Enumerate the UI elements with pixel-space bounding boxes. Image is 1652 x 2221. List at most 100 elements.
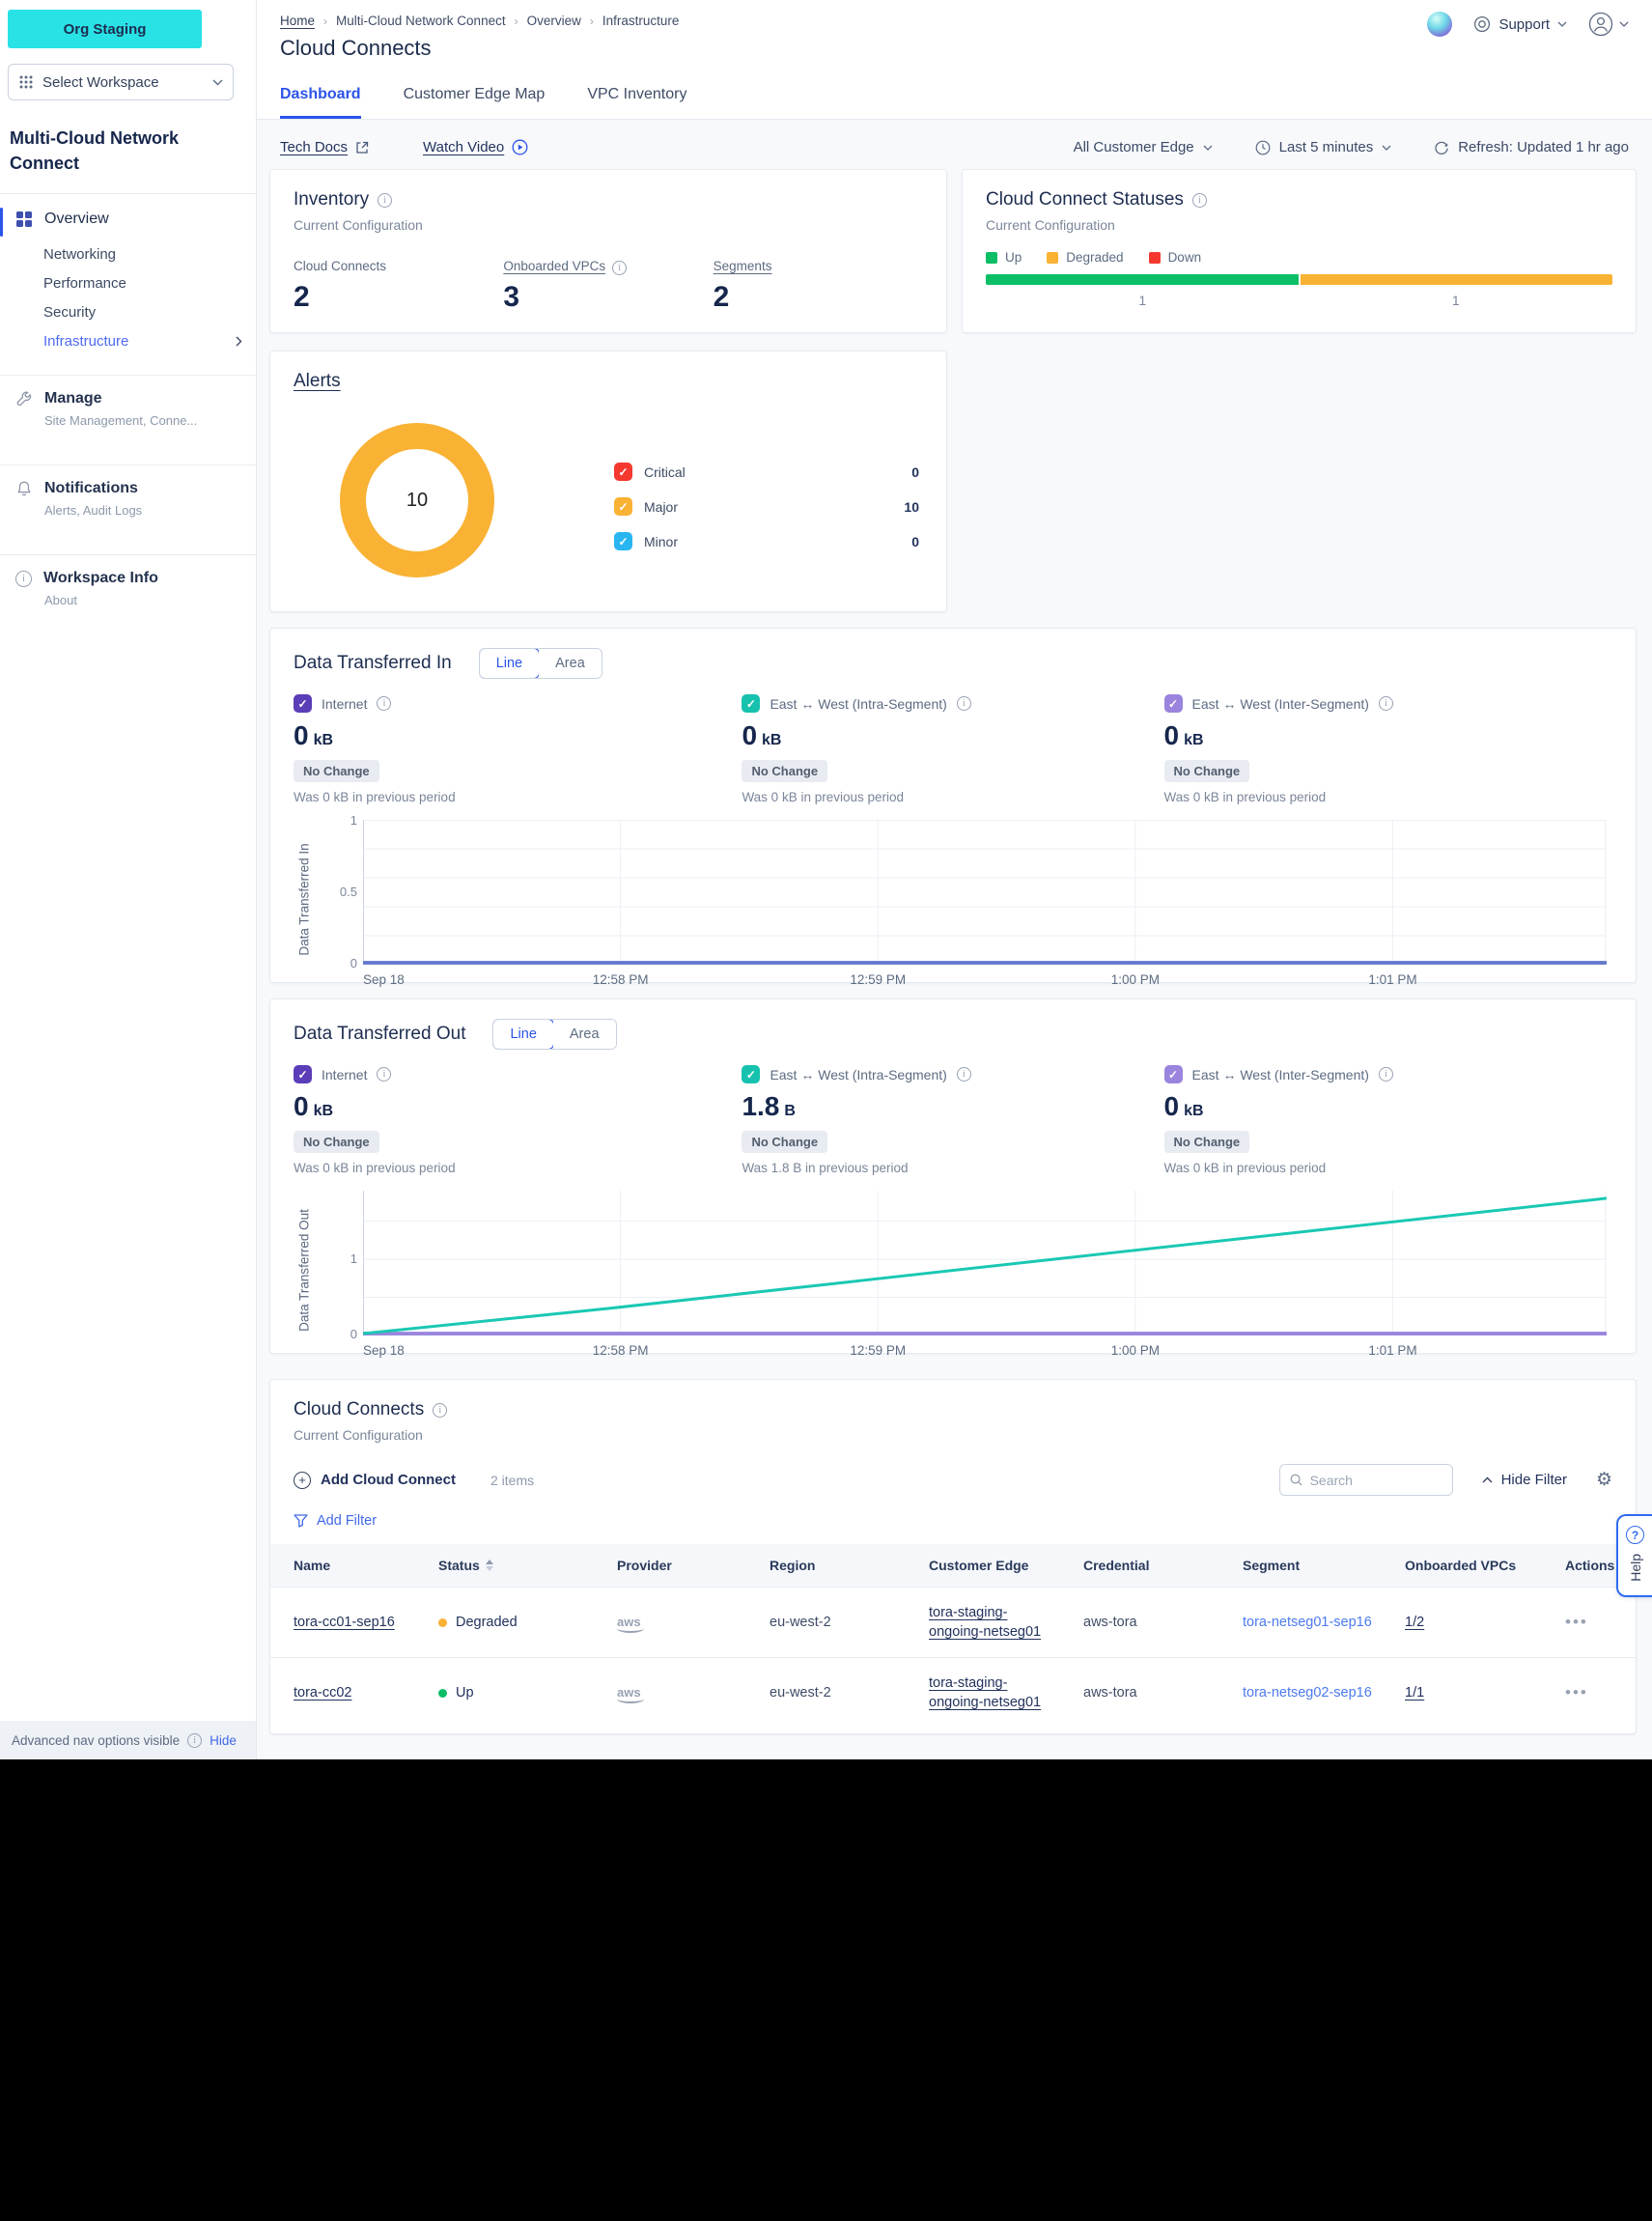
sidebar-item-security[interactable]: Security: [0, 292, 256, 321]
breadcrumb-item[interactable]: Multi-Cloud Network Connect: [336, 14, 506, 28]
x-tick: 1:00 PM: [1111, 1343, 1160, 1358]
column-header-customer-edge[interactable]: Customer Edge: [929, 1558, 1083, 1573]
toggle-line[interactable]: Line: [479, 648, 540, 679]
status-stacked-bar[interactable]: [986, 274, 1612, 285]
tab-customer-edge-map[interactable]: Customer Edge Map: [404, 86, 546, 119]
column-header-region[interactable]: Region: [770, 1558, 929, 1573]
segment-link[interactable]: tora-netseg01-sep16: [1243, 1615, 1372, 1630]
hide-filter-button[interactable]: Hide Filter: [1482, 1472, 1567, 1488]
column-header-onboarded-vpcs[interactable]: Onboarded VPCs: [1405, 1558, 1565, 1573]
plot-area[interactable]: [363, 820, 1607, 965]
table-subtitle: Current Configuration: [294, 1427, 1612, 1443]
info-icon[interactable]: [187, 1733, 202, 1748]
toggle-area[interactable]: Area: [539, 649, 602, 678]
breadcrumb: Home › Multi-Cloud Network Connect › Ove…: [280, 12, 679, 28]
add-filter-button[interactable]: Add Filter: [270, 1513, 1636, 1529]
stat-note: Was 0 kB in previous period: [1164, 1161, 1612, 1175]
cloud-connect-name-link[interactable]: tora-cc01-sep16: [294, 1615, 395, 1630]
column-header-credential[interactable]: Credential: [1083, 1558, 1243, 1573]
customer-edge-filter-dropdown[interactable]: All Customer Edge: [1074, 139, 1213, 155]
search-input[interactable]: [1310, 1473, 1442, 1488]
info-icon[interactable]: [1192, 193, 1207, 208]
toggle-area[interactable]: Area: [553, 1020, 616, 1049]
tab-vpc-inventory[interactable]: VPC Inventory: [587, 86, 686, 119]
checkbox-critical[interactable]: [614, 463, 632, 481]
sidebar-item-workspace-info[interactable]: Workspace Info About: [0, 554, 256, 625]
add-cloud-connect-button[interactable]: + Add Cloud Connect: [294, 1472, 456, 1489]
column-header-name[interactable]: Name: [294, 1558, 438, 1573]
bar-segment-up[interactable]: [986, 274, 1299, 285]
sidebar-item-overview[interactable]: Overview: [0, 194, 256, 234]
org-sphere-icon[interactable]: [1427, 12, 1452, 37]
bar-segment-degraded[interactable]: [1301, 274, 1613, 285]
help-tab[interactable]: ? Help: [1616, 1514, 1652, 1597]
stat-value: 0: [1164, 1091, 1180, 1122]
stat-note: Was 0 kB in previous period: [742, 790, 1163, 804]
workspace-selector[interactable]: Select Workspace: [8, 64, 234, 100]
tech-docs-link[interactable]: Tech Docs: [280, 139, 369, 155]
sidebar-item-label: Notifications: [44, 480, 138, 497]
info-icon[interactable]: [957, 696, 971, 711]
gear-icon[interactable]: ⚙: [1596, 1469, 1612, 1491]
sidebar-item-notifications[interactable]: Notifications Alerts, Audit Logs: [0, 464, 256, 535]
customer-edge-link[interactable]: tora-staging-ongoing-netseg01: [929, 1603, 1043, 1642]
column-header-provider[interactable]: Provider: [617, 1558, 770, 1573]
refresh-button[interactable]: Refresh: Updated 1 hr ago: [1434, 139, 1629, 155]
info-icon[interactable]: [377, 696, 391, 711]
info-icon[interactable]: [378, 193, 392, 208]
sidebar-item-label: Workspace Info: [43, 570, 158, 587]
org-staging-button[interactable]: Org Staging: [8, 10, 202, 48]
stat-unit: kB: [314, 732, 333, 749]
checkbox-major[interactable]: [614, 497, 632, 516]
row-actions-menu[interactable]: •••: [1565, 1683, 1588, 1701]
statuses-subtitle: Current Configuration: [986, 217, 1612, 233]
sidebar-item-networking[interactable]: Networking: [0, 234, 256, 263]
checkbox-minor[interactable]: [614, 532, 632, 550]
status-dot-degraded: [438, 1618, 447, 1627]
breadcrumb-home[interactable]: Home: [280, 14, 315, 28]
column-header-segment[interactable]: Segment: [1243, 1558, 1405, 1573]
tab-dashboard[interactable]: Dashboard: [280, 86, 361, 119]
checkbox-inter-segment[interactable]: [1164, 694, 1183, 713]
stat-label-link[interactable]: Segments: [714, 259, 772, 273]
time-range-dropdown[interactable]: Last 5 minutes: [1255, 139, 1392, 155]
onboarded-vpcs-link[interactable]: 1/2: [1405, 1615, 1424, 1630]
alerts-donut-chart[interactable]: 10: [340, 423, 494, 577]
checkbox-inter-segment[interactable]: [1164, 1065, 1183, 1083]
stat-label-link[interactable]: Onboarded VPCs: [503, 259, 605, 273]
onboarded-vpcs-link[interactable]: 1/1: [1405, 1685, 1424, 1701]
sidebar-item-infrastructure[interactable]: Infrastructure: [0, 321, 256, 350]
checkbox-internet[interactable]: [294, 1065, 312, 1083]
support-menu[interactable]: Support: [1473, 15, 1567, 33]
sort-icon[interactable]: [486, 1560, 493, 1571]
stat-label: East ↔ West (Intra-Segment): [770, 1067, 946, 1082]
info-icon[interactable]: [957, 1067, 971, 1082]
breadcrumb-item[interactable]: Overview: [527, 14, 581, 28]
info-icon[interactable]: [377, 1067, 391, 1082]
checkbox-intra-segment[interactable]: [742, 1065, 760, 1083]
info-icon[interactable]: [1379, 1067, 1393, 1082]
sidebar-item-performance[interactable]: Performance: [0, 263, 256, 292]
info-icon[interactable]: [433, 1403, 447, 1418]
breadcrumb-separator: ›: [515, 14, 518, 28]
info-icon[interactable]: [1379, 696, 1393, 711]
segment-link[interactable]: tora-netseg02-sep16: [1243, 1685, 1372, 1701]
customer-edge-link[interactable]: tora-staging-ongoing-netseg01: [929, 1673, 1043, 1712]
cloud-connect-name-link[interactable]: tora-cc02: [294, 1685, 351, 1701]
alerts-title[interactable]: Alerts: [294, 371, 341, 392]
status-badge: Up: [456, 1685, 474, 1701]
sidebar-item-subtitle: About: [44, 593, 240, 607]
row-actions-menu[interactable]: •••: [1565, 1613, 1588, 1631]
search-box[interactable]: [1279, 1464, 1453, 1496]
checkbox-internet[interactable]: [294, 694, 312, 713]
account-menu[interactable]: [1588, 12, 1629, 37]
toggle-line[interactable]: Line: [492, 1019, 553, 1050]
plot-area[interactable]: [363, 1191, 1607, 1335]
hide-link[interactable]: Hide: [210, 1733, 237, 1748]
checkbox-intra-segment[interactable]: [742, 694, 760, 713]
stat-value: 2: [714, 281, 923, 314]
sidebar-item-manage[interactable]: Manage Site Management, Conne...: [0, 375, 256, 445]
column-header-status[interactable]: Status: [438, 1558, 617, 1573]
watch-video-link[interactable]: Watch Video: [423, 139, 528, 155]
info-icon[interactable]: [612, 261, 627, 275]
